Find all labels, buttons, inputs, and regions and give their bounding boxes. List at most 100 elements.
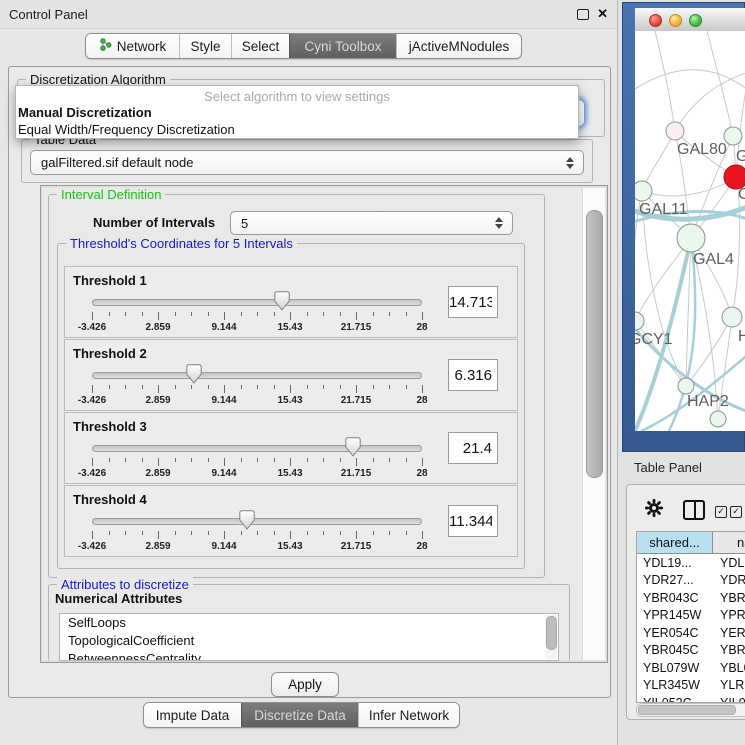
threshold-slider[interactable]: -3.4262.8599.14415.4321.71528 [65, 413, 445, 483]
tab-style[interactable]: Style [179, 34, 231, 58]
table-row[interactable]: YLR345WYLR3 [637, 677, 745, 695]
list-scrollbar[interactable] [545, 615, 557, 659]
table-cell[interactable]: YER0 [713, 626, 745, 640]
column-header-name[interactable]: na [713, 532, 745, 553]
algorithm-option-manual-discretization[interactable]: Manual Discretization [16, 104, 578, 121]
attribute-item-selfloops[interactable]: SelfLoops [60, 614, 558, 632]
table-cell[interactable]: YBR0 [713, 591, 745, 605]
attribute-item-topologicalcoefficient[interactable]: TopologicalCoefficient [60, 632, 558, 650]
minimize-traffic-light[interactable] [669, 14, 682, 27]
table-cell[interactable]: YDR2 [713, 573, 745, 587]
table-cell[interactable]: YLR345W [637, 678, 713, 692]
attribute-item-betweennesscentrality[interactable]: BetweennessCentrality [60, 650, 558, 661]
list-scrollbar-thumb[interactable] [546, 616, 557, 650]
table-cell[interactable]: YBL0 [713, 661, 745, 675]
table-cell[interactable]: YIL0 [713, 696, 745, 703]
close-icon[interactable]: ✕ [597, 6, 608, 22]
network-node-gcy1[interactable] [635, 312, 644, 330]
window-title: Control Panel [9, 7, 88, 22]
gear-icon[interactable] [645, 499, 663, 517]
vertical-scrollbar-thumb[interactable] [586, 210, 603, 478]
threshold-value-field[interactable] [448, 286, 498, 318]
slider-track[interactable] [92, 372, 422, 379]
tab-label: Network [117, 39, 167, 54]
slider-track[interactable] [92, 299, 422, 306]
threshold-value-field[interactable] [448, 359, 498, 391]
zoom-traffic-light[interactable] [689, 14, 702, 27]
slider-thumb[interactable] [239, 510, 255, 530]
network-graph[interactable]: GAL80GACGAL11GAL4GCY1HHAP2 [635, 31, 745, 431]
horizontal-scrollbar-thumb[interactable] [638, 705, 736, 715]
column-view-icon[interactable] [683, 500, 705, 520]
slider-track[interactable] [92, 518, 422, 525]
table-cell[interactable]: YDL19... [637, 556, 713, 570]
threshold-slider[interactable]: -3.4262.8599.14415.4321.71528 [65, 267, 445, 337]
threshold-value-field[interactable] [448, 432, 498, 464]
close-traffic-light[interactable] [649, 14, 662, 27]
threshold-slider[interactable]: -3.4262.8599.14415.4321.71528 [65, 340, 445, 410]
tab-label: Discretize Data [254, 708, 346, 723]
checked-checkbox-icon[interactable]: ✓ [730, 506, 742, 518]
table-cell[interactable]: YPR1 [713, 608, 745, 622]
table-cell[interactable]: YBL079W [637, 661, 713, 675]
numerical-attributes-list[interactable]: SelfLoopsTopologicalCoefficientBetweenne… [59, 613, 559, 661]
tab-label: Select [242, 39, 280, 54]
table-cell[interactable]: YLR3 [713, 678, 745, 692]
table-cell[interactable]: YDR27... [637, 573, 713, 587]
tab-cyni-toolbox[interactable]: Cyni Toolbox [289, 34, 396, 58]
apply-button[interactable]: Apply [271, 672, 339, 697]
table-row[interactable]: YDR27...YDR2 [637, 572, 745, 590]
table-row[interactable]: YBR045CYBR0 [637, 642, 745, 660]
table-row[interactable]: YPR145WYPR1 [637, 607, 745, 625]
slider-thumb[interactable] [274, 291, 290, 311]
table-row[interactable]: YBL079WYBL0 [637, 659, 745, 677]
table-cell[interactable]: YBR043C [637, 591, 713, 605]
tab-network[interactable]: Network [86, 34, 179, 58]
threshold-value-field[interactable] [448, 505, 498, 537]
network-node-gal4[interactable] [677, 224, 705, 252]
algorithm-option-equal-width-frequency-discretization[interactable]: Equal Width/Frequency Discretization [16, 121, 578, 138]
algorithm-hint-option[interactable]: Select algorithm to view settings [16, 86, 578, 104]
threshold-row: Threshold 2 -3.4262.8599.14415.4321.7152… [64, 339, 518, 411]
tab-jactivemnodules[interactable]: jActiveMNodules [396, 34, 521, 58]
table-cell[interactable]: YPR145W [637, 608, 713, 622]
table-cell[interactable]: YER054C [637, 626, 713, 640]
threshold-row: Threshold 4 -3.4262.8599.14415.4321.7152… [64, 485, 518, 557]
network-node[interactable] [710, 411, 726, 427]
table-row[interactable]: YBR043CYBR0 [637, 589, 745, 607]
table-cell[interactable]: YIL052C [637, 696, 713, 703]
table-cell[interactable]: YBR0 [713, 643, 745, 657]
float-window-icon[interactable] [577, 9, 589, 20]
network-node-label: GAL4 [693, 251, 734, 268]
network-window-titlebar[interactable] [635, 8, 745, 32]
slider-track[interactable] [92, 445, 422, 452]
slider-thumb[interactable] [345, 437, 361, 457]
vertical-scrollbar[interactable] [582, 188, 605, 660]
table-row[interactable]: YDL19...YDL1 [637, 554, 745, 572]
table-rows: YDL19...YDL1YDR27...YDR2YBR043CYBR0YPR14… [637, 554, 745, 703]
network-canvas[interactable]: GAL80GACGAL11GAL4GCY1HHAP2 [635, 31, 745, 431]
threshold-slider[interactable]: -3.4262.8599.14415.4321.71528 [65, 486, 445, 556]
slider-thumb[interactable] [186, 364, 202, 384]
network-node-ga[interactable] [724, 127, 742, 145]
tab-label: Impute Data [156, 708, 230, 723]
column-header-shared-name[interactable]: shared... [637, 532, 713, 553]
checked-checkbox-icon[interactable]: ✓ [715, 506, 727, 518]
table-row[interactable]: YIL052CYIL0 [637, 694, 745, 703]
tab-select[interactable]: Select [231, 34, 289, 58]
network-node-h[interactable] [722, 307, 742, 327]
table-cell[interactable]: YDL1 [713, 556, 745, 570]
network-node-hap2[interactable] [678, 378, 694, 394]
number-of-intervals-combobox[interactable]: 5 [230, 211, 513, 235]
tab-discretize-data[interactable]: Discretize Data [241, 703, 358, 727]
table-row[interactable]: YER054CYER0 [637, 624, 745, 642]
tab-infer-network[interactable]: Infer Network [358, 703, 459, 727]
horizontal-scrollbar[interactable] [636, 703, 745, 717]
network-node-gal11[interactable] [635, 181, 652, 201]
table-cell[interactable]: YBR045C [637, 643, 713, 657]
control-panel-titlebar: Control Panel ✕ [0, 0, 617, 29]
number-of-intervals-value: 5 [241, 216, 248, 231]
tab-impute-data[interactable]: Impute Data [144, 703, 241, 727]
network-node-gal80[interactable] [666, 122, 684, 140]
table-data-combobox[interactable]: galFiltered.sif default node [30, 150, 584, 175]
